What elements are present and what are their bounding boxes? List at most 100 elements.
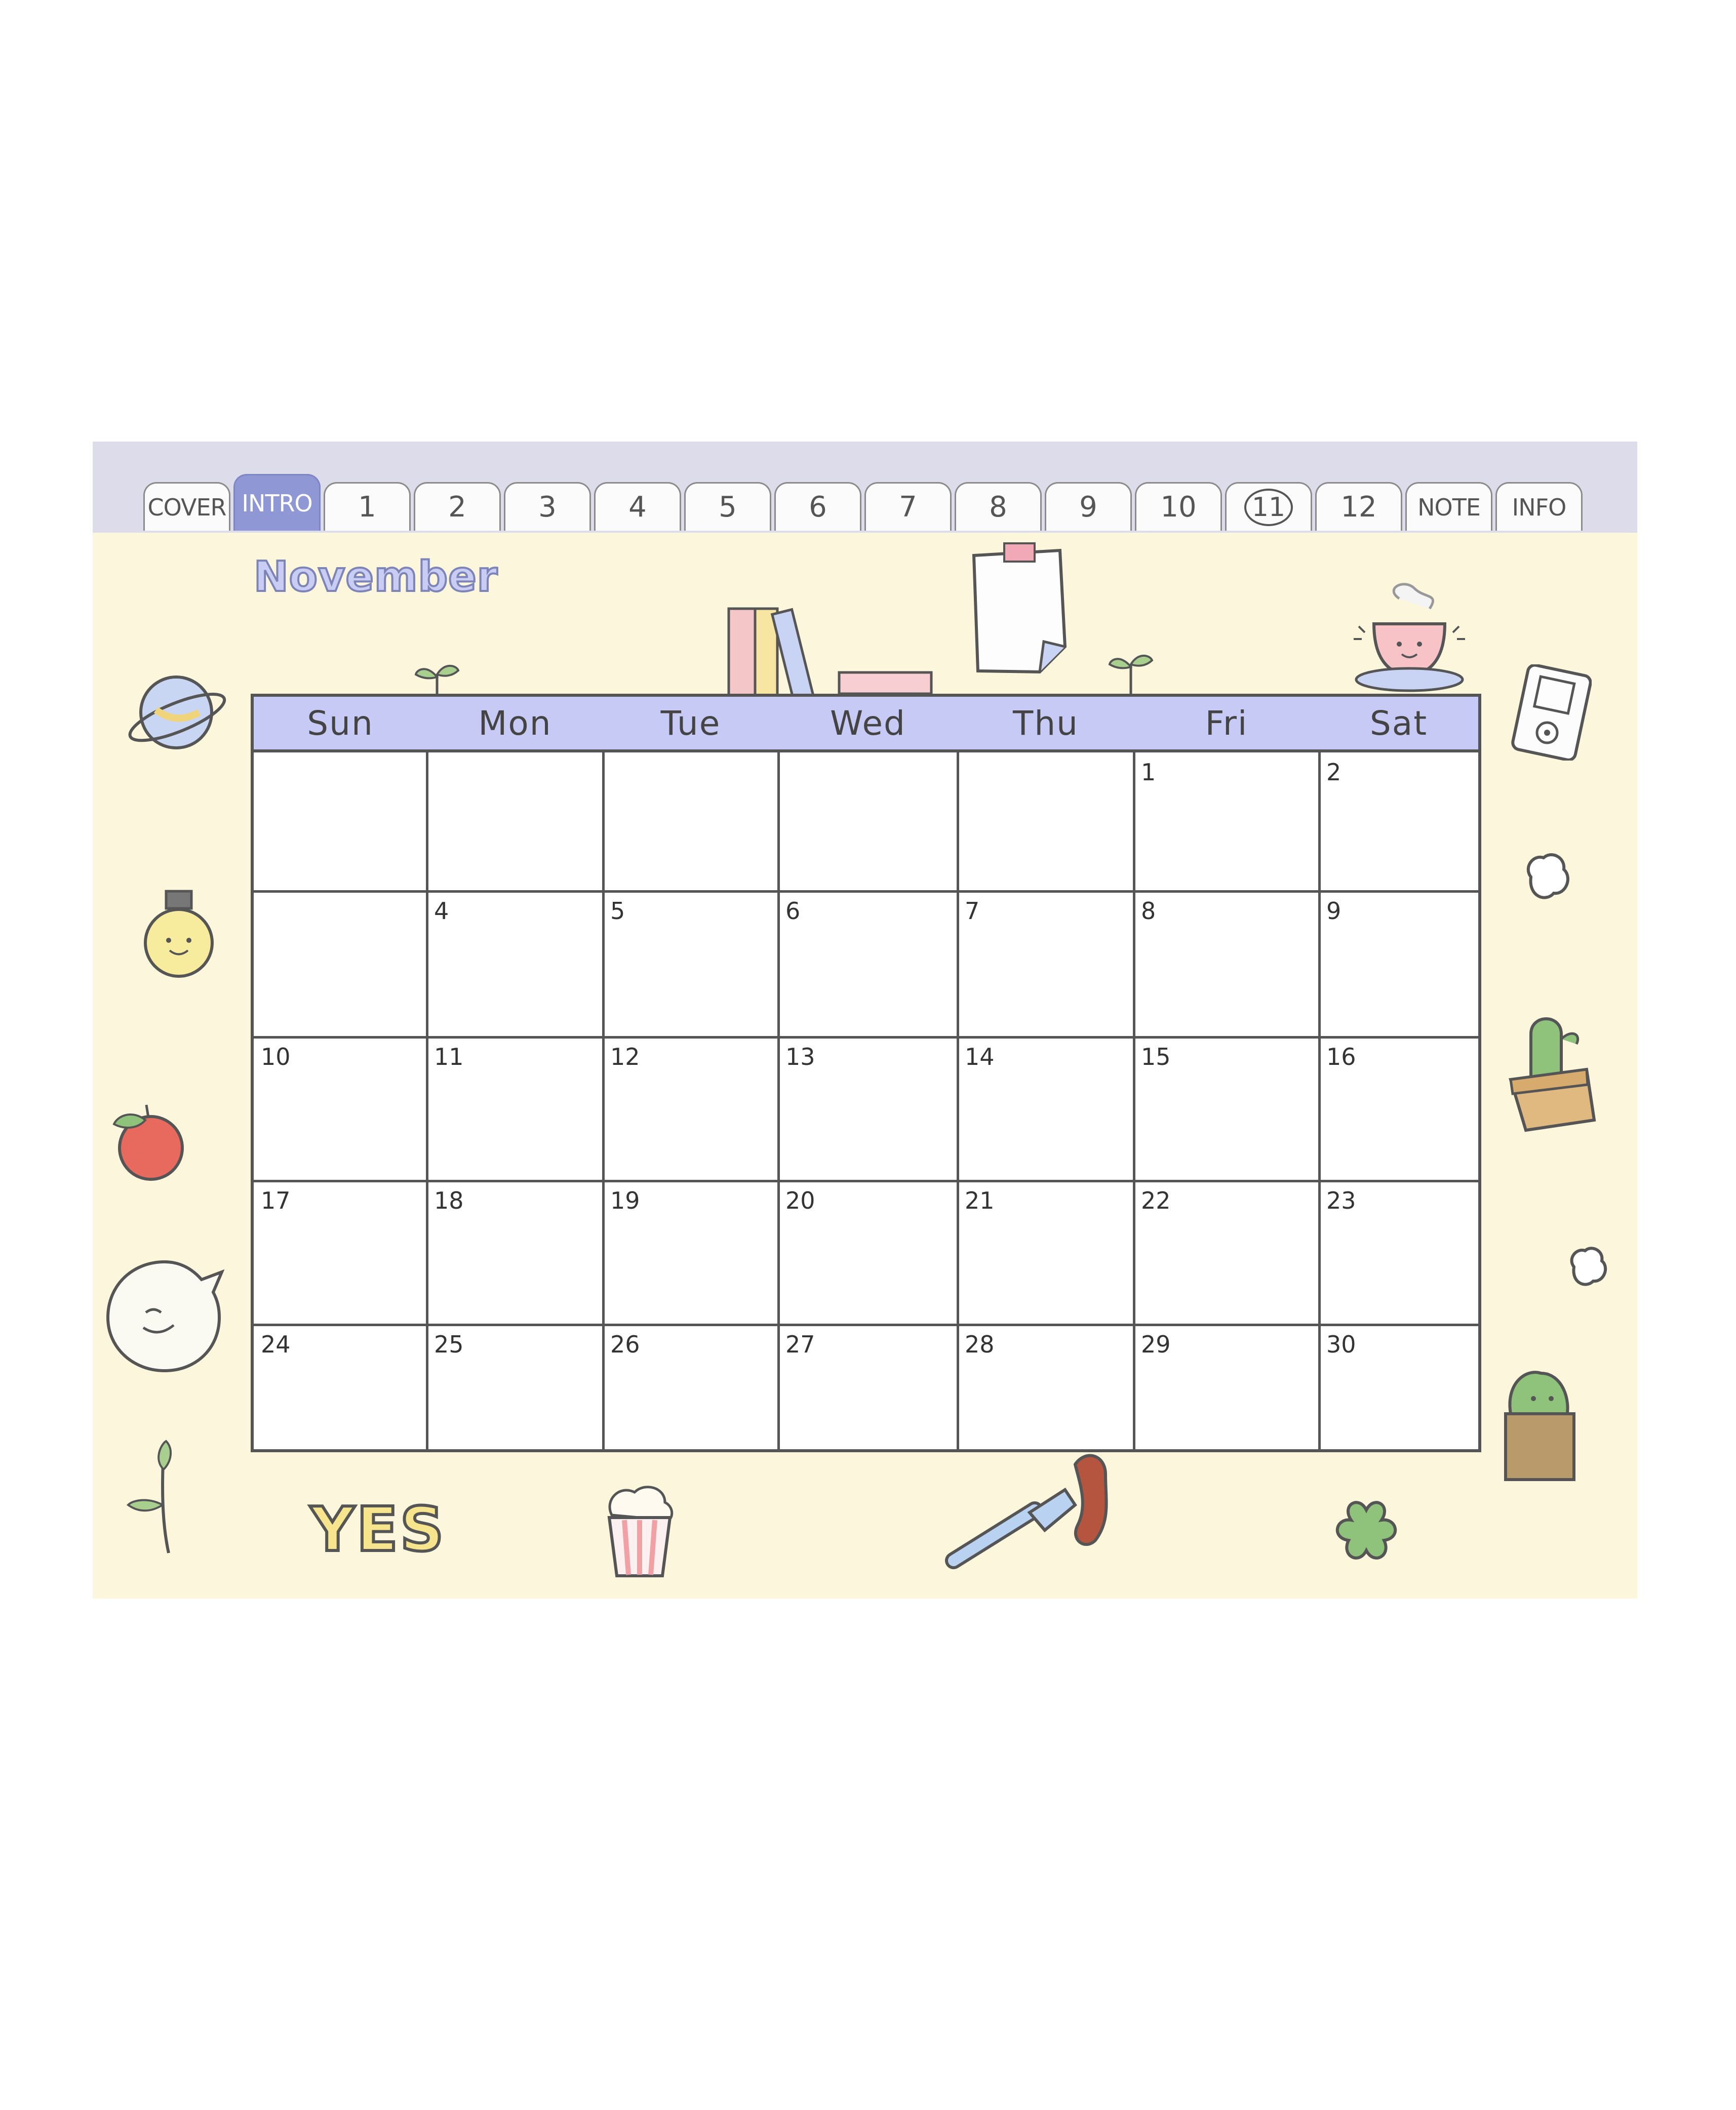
planet-icon — [128, 675, 226, 749]
day-number: 6 — [785, 897, 801, 925]
sticky-note-icon — [838, 671, 933, 695]
day-number: 8 — [1141, 897, 1156, 925]
calendar-day-cell[interactable]: 23 — [1319, 1181, 1478, 1325]
tab-9[interactable]: 9 — [1045, 482, 1132, 531]
tab-10[interactable]: 10 — [1135, 482, 1222, 531]
clover-icon — [1335, 1501, 1397, 1560]
day-number: 15 — [1141, 1043, 1171, 1070]
sprout-icon — [126, 1440, 172, 1554]
tab-6[interactable]: 6 — [774, 482, 861, 531]
day-number: 1 — [1141, 759, 1156, 786]
calendar-day-cell[interactable]: 13 — [778, 1037, 958, 1181]
tab-note[interactable]: NOTE — [1405, 482, 1492, 531]
day-number: 18 — [434, 1187, 464, 1214]
tab-3[interactable]: 3 — [504, 482, 591, 531]
calendar-day-cell[interactable] — [254, 891, 427, 1037]
calendar-day-cell[interactable]: 22 — [1134, 1181, 1319, 1325]
day-number: 14 — [965, 1043, 995, 1070]
calendar-day-cell[interactable]: 11 — [427, 1037, 603, 1181]
calendar-day-cell[interactable]: 20 — [778, 1181, 958, 1325]
calendar-day-cell[interactable]: 21 — [958, 1181, 1134, 1325]
day-number: 19 — [610, 1187, 640, 1214]
day-number: 11 — [434, 1043, 464, 1070]
tab-info[interactable]: INFO — [1495, 482, 1583, 531]
weekday-fri: Fri — [1205, 703, 1248, 743]
calendar-day-cell[interactable]: 29 — [1134, 1325, 1319, 1449]
apple-icon — [112, 1104, 184, 1181]
day-number: 4 — [434, 897, 449, 925]
tab-cover[interactable]: COVER — [143, 482, 230, 531]
planner-page: COVER INTRO 1 2 3 4 5 6 7 8 9 10 11 12 NOTE INFO Novemb… — [93, 442, 1637, 1599]
calendar-day-cell[interactable]: 27 — [778, 1325, 958, 1449]
tab-7[interactable]: 7 — [864, 482, 952, 531]
calendar-day-cell[interactable]: 14 — [958, 1037, 1134, 1181]
calendar-day-cell[interactable]: 8 — [1134, 891, 1319, 1037]
calendar-day-cell[interactable]: 17 — [254, 1181, 427, 1325]
tab-4[interactable]: 4 — [594, 482, 681, 531]
lightbulb-icon — [144, 890, 214, 978]
cactus-icon — [1509, 1017, 1596, 1132]
day-number: 16 — [1326, 1043, 1356, 1070]
cotton-ball-icon — [1526, 853, 1569, 899]
calendar-day-cell[interactable] — [958, 752, 1134, 891]
day-number: 12 — [610, 1043, 640, 1070]
calendar-day-cell[interactable]: 26 — [603, 1325, 778, 1449]
day-number: 24 — [261, 1331, 291, 1358]
calendar-day-cell[interactable]: 9 — [1319, 891, 1478, 1037]
weekday-tue: Tue — [660, 703, 721, 743]
calendar-day-cell[interactable]: 19 — [603, 1181, 778, 1325]
day-number: 7 — [965, 897, 980, 925]
calendar-day-cell[interactable]: 1 — [1134, 752, 1319, 891]
calendar-day-cell[interactable] — [254, 752, 427, 891]
teacup-icon — [1354, 583, 1465, 692]
calendar-day-cell[interactable]: 25 — [427, 1325, 603, 1449]
calendar-day-cell[interactable]: 10 — [254, 1037, 427, 1181]
calendar-day-cell[interactable] — [427, 752, 603, 891]
day-number: 23 — [1326, 1187, 1356, 1214]
weekday-mon: Mon — [478, 703, 552, 743]
tab-intro[interactable]: INTRO — [233, 474, 321, 531]
tab-11[interactable]: 11 — [1225, 482, 1312, 531]
tab-12[interactable]: 12 — [1315, 482, 1402, 531]
calendar-day-cell[interactable]: 28 — [958, 1325, 1134, 1449]
tab-8[interactable]: 8 — [955, 482, 1042, 531]
weekday-sat: Sat — [1369, 703, 1428, 743]
cactus-icon — [1504, 1371, 1575, 1481]
calendar-day-cell[interactable]: 15 — [1134, 1037, 1319, 1181]
speech-bubble-icon — [106, 1260, 224, 1373]
day-number: 2 — [1326, 759, 1342, 786]
day-number: 26 — [610, 1331, 640, 1358]
weekday-wed: Wed — [830, 703, 906, 743]
calendar-day-cell[interactable]: 12 — [603, 1037, 778, 1181]
calendar-day-cell[interactable]: 5 — [603, 891, 778, 1037]
calendar-grid: Sun Mon Tue Wed Thu Fri Sat 1 2 4 5 6 7 8 9 10 11 12 13 14… — [251, 694, 1481, 1452]
calendar-day-cell[interactable]: 18 — [427, 1181, 603, 1325]
calendar-day-cell[interactable]: 2 — [1319, 752, 1478, 891]
calendar-day-cell[interactable] — [603, 752, 778, 891]
music-player-icon — [1511, 664, 1592, 761]
calendar-day-cell[interactable]: 30 — [1319, 1325, 1478, 1449]
day-number: 13 — [785, 1043, 815, 1070]
calendar-day-cell[interactable] — [778, 752, 958, 891]
day-number: 21 — [965, 1187, 995, 1214]
tab-2[interactable]: 2 — [414, 482, 501, 531]
weekday-header: Sun Mon Tue Wed Thu Fri Sat — [254, 697, 1478, 752]
tab-1[interactable]: 1 — [324, 482, 411, 531]
day-number: 25 — [434, 1331, 464, 1358]
calendar-day-cell[interactable]: 24 — [254, 1325, 427, 1449]
calendar-day-cell[interactable]: 4 — [427, 891, 603, 1037]
cotton-ball-icon — [1570, 1247, 1607, 1286]
day-number: 9 — [1326, 897, 1342, 925]
day-number: 20 — [785, 1187, 815, 1214]
calendar-day-cell[interactable]: 7 — [958, 891, 1134, 1037]
sprout-icon — [1108, 654, 1154, 695]
day-number: 27 — [785, 1331, 815, 1358]
fork-sausage-icon — [945, 1454, 1108, 1569]
calendar-day-cell[interactable]: 16 — [1319, 1037, 1478, 1181]
month-title: November — [253, 552, 498, 602]
day-number: 5 — [610, 897, 625, 925]
tab-5[interactable]: 5 — [684, 482, 771, 531]
calendar-day-cell[interactable]: 6 — [778, 891, 958, 1037]
day-number: 30 — [1326, 1331, 1356, 1358]
tab-bar: COVER INTRO 1 2 3 4 5 6 7 8 9 10 11 12 NOTE INFO — [93, 442, 1637, 533]
